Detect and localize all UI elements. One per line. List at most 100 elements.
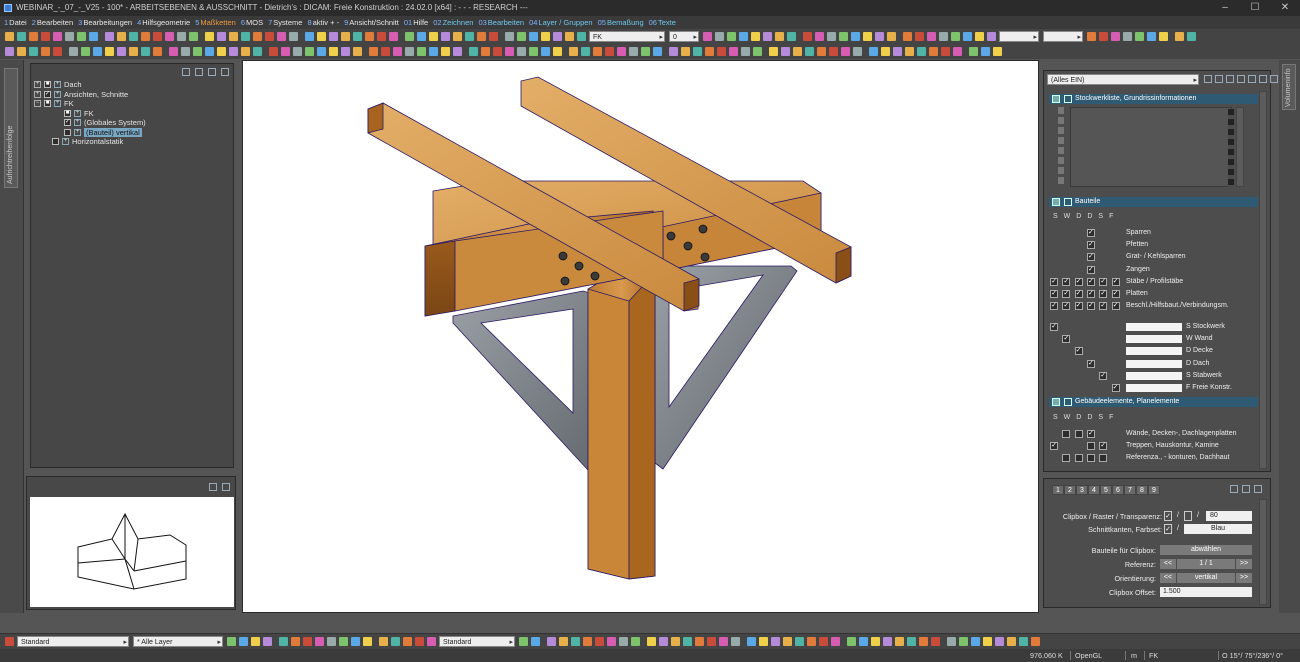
tool-icon[interactable] [529, 47, 538, 56]
delete-icon[interactable] [1237, 75, 1245, 83]
tool-icon[interactable] [217, 47, 226, 56]
transparency-input[interactable]: 80 [1206, 511, 1252, 521]
tool-icon[interactable] [671, 637, 680, 646]
menu-item[interactable]: 06Texte [649, 16, 676, 29]
tool-icon[interactable] [329, 47, 338, 56]
tool-icon[interactable] [239, 637, 248, 646]
tool-icon[interactable] [683, 637, 692, 646]
tool-icon[interactable] [1135, 32, 1144, 41]
category-checkbox[interactable]: ✓ [1062, 302, 1071, 311]
tool-icon[interactable] [263, 637, 272, 646]
tool-icon[interactable] [217, 32, 226, 41]
collapse-icon[interactable] [1270, 75, 1278, 83]
tool-icon[interactable] [141, 32, 150, 41]
menu-item[interactable]: 3Bearbeitungen [78, 16, 132, 29]
tool-icon[interactable] [305, 32, 314, 41]
tool-icon[interactable] [303, 637, 312, 646]
tool-icon[interactable] [705, 47, 714, 56]
menu-item[interactable]: 1Datei [4, 16, 27, 29]
expand-icon[interactable]: + [34, 81, 41, 88]
tool-icon[interactable] [1099, 32, 1108, 41]
clipbox-tab[interactable]: 7 [1124, 485, 1136, 495]
referenz-next-button[interactable]: >> [1236, 559, 1252, 569]
level-dropdown[interactable]: 0 ▸ [669, 31, 699, 42]
clipbox-tab[interactable]: 3 [1076, 485, 1088, 495]
category-checkbox[interactable]: ✓ [1099, 277, 1108, 286]
tool-icon[interactable] [105, 32, 114, 41]
tool-icon[interactable] [795, 637, 804, 646]
tool-icon[interactable] [739, 32, 748, 41]
tool-icon[interactable] [29, 47, 38, 56]
tool-icon[interactable] [707, 637, 716, 646]
tool-icon[interactable] [703, 32, 712, 41]
category-checkbox[interactable] [1086, 454, 1095, 463]
tool-icon[interactable] [719, 637, 728, 646]
category-checkbox[interactable]: ✓ [1074, 302, 1083, 311]
tool-icon[interactable] [69, 47, 78, 56]
offset-input[interactable]: 1.500 [1160, 587, 1252, 597]
category-checkbox[interactable] [1086, 442, 1095, 451]
category-checkbox[interactable]: ✓ [1062, 277, 1071, 286]
tree-item[interactable]: ■ + FK [31, 109, 233, 119]
tool-icon[interactable] [489, 32, 498, 41]
category-checkbox[interactable]: ✓ [1086, 277, 1095, 286]
tool-icon[interactable] [53, 47, 62, 56]
tool-icon[interactable] [517, 47, 526, 56]
pin-icon[interactable] [208, 68, 216, 76]
category-checkbox[interactable]: ✓ [1111, 384, 1120, 392]
tool-icon[interactable] [469, 47, 478, 56]
tool-icon[interactable] [241, 32, 250, 41]
category-checkbox[interactable] [1062, 454, 1071, 463]
tool-icon[interactable] [629, 47, 638, 56]
menu-item[interactable]: 5Maßketten [195, 16, 236, 29]
tool-icon[interactable] [65, 32, 74, 41]
category-checkbox[interactable] [1062, 430, 1071, 438]
pin-icon[interactable] [209, 483, 217, 491]
visibility-checkbox[interactable]: ✓ [44, 90, 51, 98]
section-checkbox[interactable] [1064, 95, 1072, 103]
collapse-icon[interactable]: − [34, 100, 41, 107]
tool-icon[interactable] [351, 637, 360, 646]
clipbox-tab[interactable]: 6 [1112, 485, 1124, 495]
tool-icon[interactable] [915, 32, 924, 41]
category-checkbox[interactable]: ✓ [1086, 359, 1095, 368]
style-dropdown[interactable]: Standard ▸ [439, 636, 515, 647]
tool-icon[interactable] [763, 32, 772, 41]
tool-icon[interactable] [605, 47, 614, 56]
tool-icon[interactable] [519, 637, 528, 646]
tool-icon[interactable] [77, 32, 86, 41]
visibility-checkbox[interactable] [52, 138, 59, 145]
tool-icon[interactable] [365, 32, 374, 41]
tool-icon[interactable] [339, 637, 348, 646]
tool-icon[interactable] [477, 32, 486, 41]
tool-icon[interactable] [815, 32, 824, 41]
tool-icon[interactable] [403, 637, 412, 646]
tool-icon[interactable] [717, 47, 726, 56]
tool-icon[interactable] [871, 637, 880, 646]
tool-icon[interactable] [617, 47, 626, 56]
empty-dropdown[interactable]: ▸ [999, 31, 1039, 42]
tool-icon[interactable] [291, 637, 300, 646]
tree-item[interactable]: + Horizontalstatik [31, 137, 233, 147]
menu-item[interactable]: 4Hilfsgeometrie [137, 16, 190, 29]
collapse-icon[interactable] [1254, 485, 1262, 493]
tool-icon[interactable] [577, 32, 586, 41]
tool-icon[interactable] [1175, 32, 1184, 41]
tool-icon[interactable] [141, 47, 150, 56]
tool-icon[interactable] [775, 32, 784, 41]
tool-icon[interactable] [883, 637, 892, 646]
orientierung-prev-button[interactable]: << [1160, 573, 1176, 583]
tool-icon[interactable] [193, 47, 202, 56]
tool-icon[interactable] [5, 32, 14, 41]
tool-icon[interactable] [153, 32, 162, 41]
expand-icon[interactable]: + [34, 90, 41, 98]
tool-icon[interactable] [547, 637, 556, 646]
tool-icon[interactable] [681, 47, 690, 56]
tool-icon[interactable] [783, 637, 792, 646]
tool-icon[interactable] [729, 47, 738, 56]
category-checkbox[interactable]: ✓ [1099, 290, 1108, 298]
category-checkbox[interactable]: ✓ [1111, 290, 1120, 298]
dock-icon[interactable] [222, 483, 230, 491]
clipbox-tab[interactable]: 9 [1148, 485, 1160, 495]
tool-icon[interactable] [669, 47, 678, 56]
